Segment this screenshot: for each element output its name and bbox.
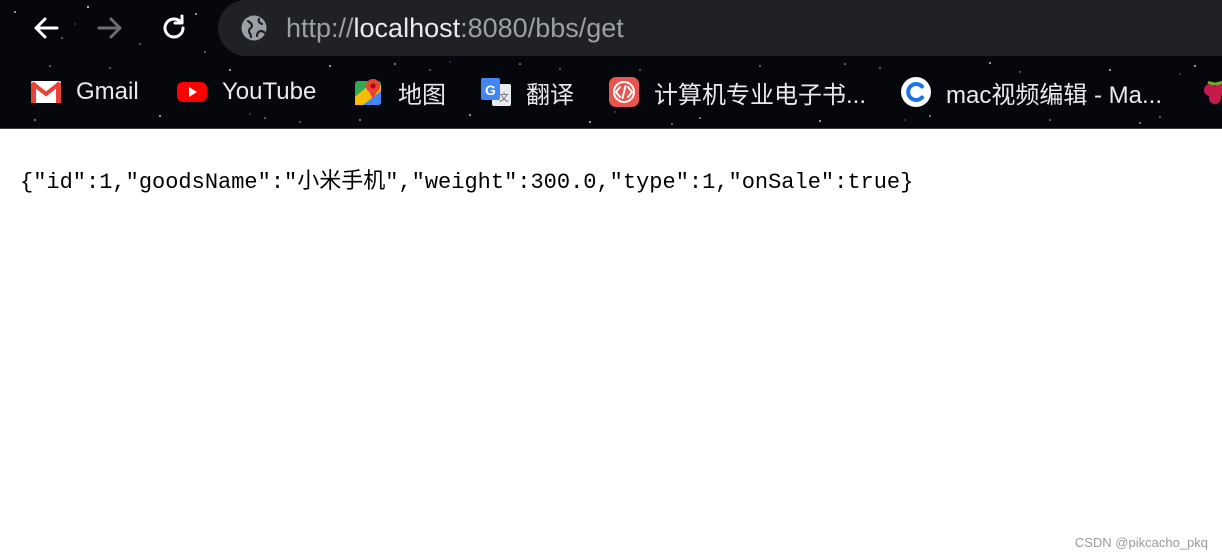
url-text[interactable]: http://localhost:8080/bbs/get <box>286 12 624 44</box>
browser-chrome: http://localhost:8080/bbs/get Gmail YouT… <box>0 0 1222 129</box>
toolbar-divider <box>0 128 1222 129</box>
bookmark-raspberry[interactable] <box>1200 74 1222 110</box>
bookmark-label: 计算机专业电子书... <box>654 81 867 109</box>
url-path: :8080/bbs/get <box>460 13 624 43</box>
watermark: CSDN @pikcacho_pkq <box>1074 535 1208 550</box>
bookmark-label: 翻译 <box>526 81 574 109</box>
translate-icon: G 文 <box>480 76 512 108</box>
bookmark-gmail[interactable]: Gmail <box>30 74 139 110</box>
bookmark-maps[interactable]: 地图 <box>352 74 446 110</box>
bookmark-label: YouTube <box>222 78 317 105</box>
bookmark-label: 地图 <box>398 81 446 109</box>
arrow-left-icon <box>34 17 59 39</box>
arrow-right-icon <box>97 17 122 39</box>
svg-text:G: G <box>485 82 496 98</box>
back-button[interactable] <box>26 8 66 48</box>
bookmarks-bar: Gmail YouTube 地图 G 文 翻译 计算机专业电子书... mac视… <box>0 58 1222 128</box>
page-content: {"id":1,"goodsName":"小米手机","weight":300.… <box>0 130 1222 558</box>
reload-icon <box>163 14 185 39</box>
circle-c-icon <box>900 76 932 108</box>
forward-button[interactable] <box>90 8 130 48</box>
bookmark-youtube[interactable]: YouTube <box>176 74 316 110</box>
raspberry-icon <box>1200 76 1222 108</box>
url-host: localhost <box>353 13 461 43</box>
json-response-text: {"id":1,"goodsName":"小米手机","weight":300.… <box>20 170 914 195</box>
globe-icon[interactable] <box>240 14 268 42</box>
svg-text:文: 文 <box>499 91 509 104</box>
bookmark-label: Gmail <box>76 78 139 105</box>
bookmark-ebooks[interactable]: 计算机专业电子书... <box>608 74 866 110</box>
bookmark-translate[interactable]: G 文 翻译 <box>480 74 574 110</box>
address-bar[interactable]: http://localhost:8080/bbs/get <box>218 0 1222 56</box>
url-scheme: http:// <box>286 13 354 43</box>
gmail-icon <box>30 76 62 108</box>
bookmark-mac-video[interactable]: mac视频编辑 - Ma... <box>900 74 1162 110</box>
bookmark-label: mac视频编辑 - Ma... <box>946 81 1163 109</box>
maps-icon <box>352 76 384 108</box>
code-icon <box>608 76 640 108</box>
youtube-icon <box>176 76 208 108</box>
reload-button[interactable] <box>154 8 194 48</box>
browser-toolbar: http://localhost:8080/bbs/get <box>0 0 1222 58</box>
